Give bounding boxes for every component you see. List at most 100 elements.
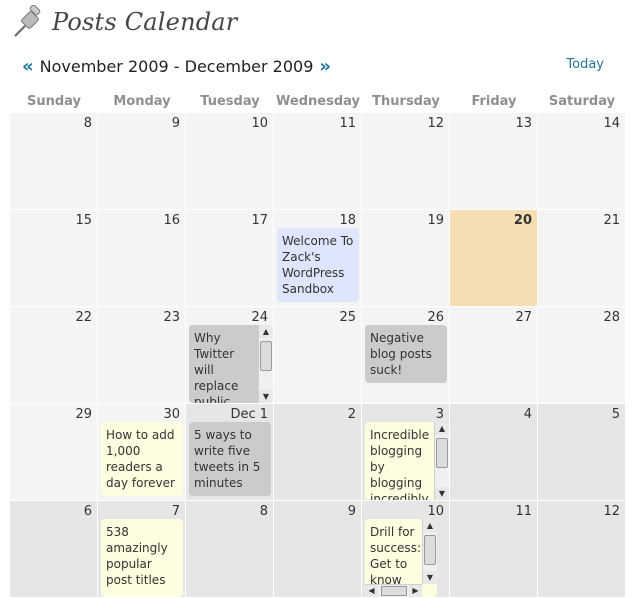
calendar-day[interactable]: 16 (98, 210, 185, 306)
month-navigation: « November 2009 - December 2009 » (22, 54, 331, 78)
calendar-day[interactable]: 25 (274, 307, 361, 403)
page-header: Posts Calendar (12, 4, 237, 40)
calendar-day[interactable]: 12 (362, 113, 449, 209)
calendar-day[interactable]: 5 (538, 404, 625, 500)
calendar-day[interactable]: 24 Why Twitter will replace public ▲ ▼ (186, 307, 273, 403)
post-title: Drill for success: Get to know (370, 525, 421, 587)
day-number: 12 (603, 504, 620, 519)
scroll-up-icon[interactable]: ▲ (423, 519, 437, 532)
calendar-day[interactable]: 6 (10, 501, 97, 597)
day-number: 5 (611, 407, 620, 422)
weekday-label: Monday (113, 94, 171, 109)
post-title: Welcome To Zack's WordPress Sandbox (282, 234, 354, 296)
day-number: 12 (427, 116, 444, 131)
scroll-up-icon[interactable]: ▲ (259, 325, 273, 338)
post-item[interactable]: Incredible blogging by blogging incredib… (365, 422, 449, 500)
day-number: 4 (523, 407, 532, 422)
date-range-label: November 2009 - December 2009 (39, 56, 314, 76)
scroll-thumb[interactable] (436, 438, 448, 468)
calendar-day[interactable]: 13 (450, 113, 537, 209)
scroll-down-icon[interactable]: ▼ (435, 487, 449, 500)
scroll-thumb[interactable] (260, 341, 272, 371)
calendar-day[interactable]: 29 (10, 404, 97, 500)
calendar-day[interactable]: 14 (538, 113, 625, 209)
calendar-day[interactable]: 4 (450, 404, 537, 500)
day-number: 23 (163, 310, 180, 325)
calendar-day[interactable]: 10 (186, 113, 273, 209)
vertical-scrollbar[interactable]: ▲ ▼ (434, 422, 449, 500)
post-item[interactable]: Welcome To Zack's WordPress Sandbox (277, 228, 359, 302)
day-number: 9 (171, 116, 180, 131)
weekday-header: Sunday Monday Tuesday Wednesday Thursday Frid… (10, 94, 634, 112)
calendar-day[interactable]: 11 (274, 113, 361, 209)
post-item[interactable]: 5 ways to write five tweets in 5 minutes (189, 422, 271, 496)
post-title: Negative blog posts suck! (370, 331, 432, 377)
calendar-day[interactable]: 26 Negative blog posts suck! (362, 307, 449, 403)
vertical-scrollbar[interactable]: ▲ ▼ (422, 519, 437, 584)
page-title: Posts Calendar (52, 8, 238, 36)
day-number: 9 (347, 504, 356, 519)
day-number: 3 (435, 407, 444, 422)
day-number: 24 (251, 310, 268, 325)
scroll-thumb[interactable] (424, 535, 436, 565)
today-link[interactable]: Today (566, 57, 604, 72)
calendar-day[interactable]: 12 (538, 501, 625, 597)
vertical-scrollbar[interactable]: ▲ ▼ (258, 325, 273, 403)
calendar-day[interactable]: 8 (10, 113, 97, 209)
post-item[interactable]: Negative blog posts suck! (365, 325, 447, 383)
scroll-right-icon[interactable]: ▶ (409, 585, 422, 597)
scroll-thumb[interactable] (381, 586, 407, 596)
calendar-day[interactable]: Dec 1 5 ways to write five tweets in 5 mi… (186, 404, 273, 500)
post-title: Incredible blogging by blogging incredib… (370, 428, 430, 500)
calendar-day[interactable]: 17 (186, 210, 273, 306)
day-number: 11 (339, 116, 356, 131)
weekday-label: Wednesday (276, 94, 360, 109)
post-item[interactable]: Why Twitter will replace public ▲ ▼ (189, 325, 273, 403)
calendar-day-today[interactable]: 20 (450, 210, 537, 306)
day-number: 8 (83, 116, 92, 131)
scroll-down-icon[interactable]: ▼ (259, 390, 273, 403)
calendar-day[interactable]: 22 (10, 307, 97, 403)
day-number: 15 (75, 213, 92, 228)
calendar-day[interactable]: 21 (538, 210, 625, 306)
calendar-day[interactable]: 9 (98, 113, 185, 209)
day-number: 25 (339, 310, 356, 325)
calendar-day[interactable]: 19 (362, 210, 449, 306)
day-number: 18 (339, 213, 356, 228)
calendar-day[interactable]: 3 Incredible blogging by blogging incredi… (362, 404, 449, 500)
day-number: 19 (427, 213, 444, 228)
post-item[interactable]: How to add 1,000 readers a day forever (101, 422, 183, 496)
calendar-day[interactable]: 7 538 amazingly popular post titles (98, 501, 185, 597)
scroll-down-icon[interactable]: ▼ (423, 571, 437, 584)
day-number: 27 (515, 310, 532, 325)
post-title: 538 amazingly popular post titles (106, 525, 168, 587)
calendar-day[interactable]: 2 (274, 404, 361, 500)
previous-month-button[interactable]: « (22, 56, 34, 77)
calendar-day[interactable]: 10 Drill for success: Get to know ▲ ▼ ◀ ▶ (362, 501, 449, 597)
calendar-day[interactable]: 18 Welcome To Zack's WordPress Sandbox (274, 210, 361, 306)
weekday-label: Sunday (26, 94, 82, 109)
post-item[interactable]: 538 amazingly popular post titles (101, 519, 183, 597)
post-title: How to add 1,000 readers a day forever (106, 428, 175, 490)
scroll-up-icon[interactable]: ▲ (435, 422, 449, 435)
day-number: 10 (427, 504, 444, 519)
calendar-day[interactable]: 23 (98, 307, 185, 403)
calendar-day[interactable]: 27 (450, 307, 537, 403)
calendar-day[interactable]: 9 (274, 501, 361, 597)
calendar-day[interactable]: 28 (538, 307, 625, 403)
scroll-left-icon[interactable]: ◀ (365, 585, 378, 597)
day-number: 22 (75, 310, 92, 325)
day-number: 16 (163, 213, 180, 228)
horizontal-scrollbar[interactable]: ◀ ▶ (365, 584, 422, 597)
day-number: 26 (427, 310, 444, 325)
calendar-day[interactable]: 11 (450, 501, 537, 597)
day-number: 7 (171, 504, 180, 519)
day-number: 6 (83, 504, 92, 519)
calendar-day[interactable]: 15 (10, 210, 97, 306)
calendar-day[interactable]: 8 (186, 501, 273, 597)
day-number: 8 (259, 504, 268, 519)
next-month-button[interactable]: » (319, 56, 331, 77)
day-number: 28 (603, 310, 620, 325)
calendar-day[interactable]: 30 How to add 1,000 readers a day forever (98, 404, 185, 500)
post-item[interactable]: Drill for success: Get to know ▲ ▼ ◀ ▶ (365, 519, 437, 597)
